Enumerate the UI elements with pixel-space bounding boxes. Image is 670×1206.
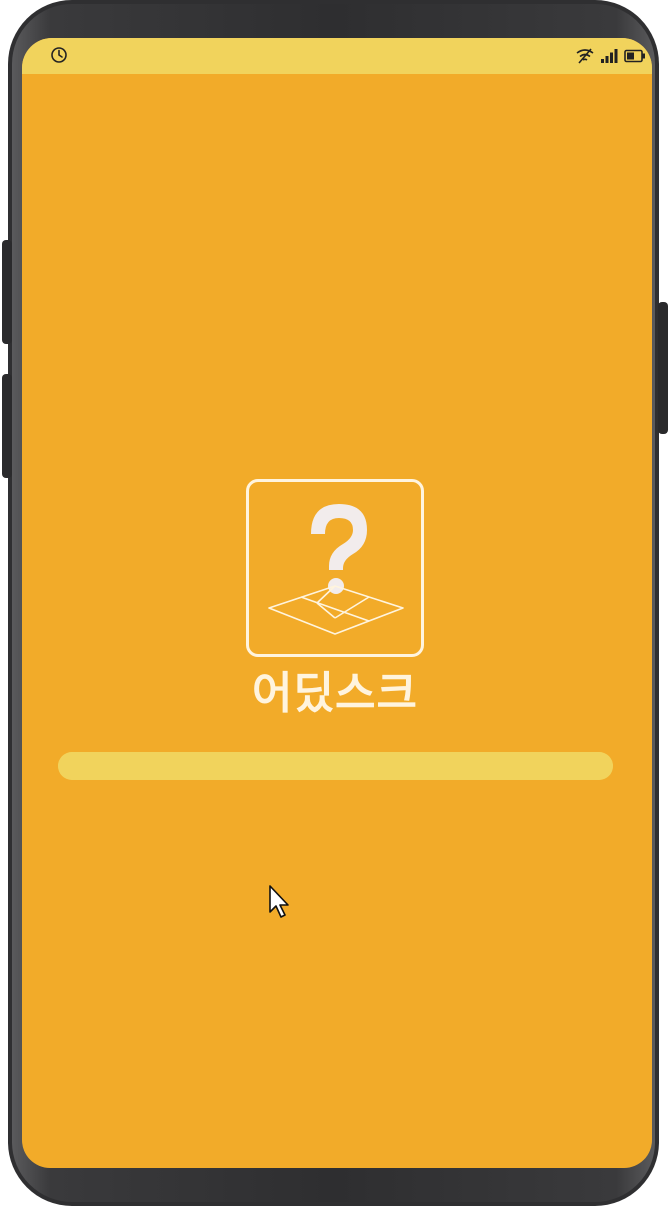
power-button <box>658 302 668 434</box>
app-logo <box>246 479 424 657</box>
app-name: 어딨스크 <box>252 668 418 719</box>
signal-icon <box>601 49 618 63</box>
battery-icon <box>624 49 645 63</box>
question-map-icon <box>268 504 404 635</box>
status-bar <box>22 38 652 74</box>
wifi-off-icon <box>576 48 594 64</box>
clock-icon <box>51 47 67 63</box>
volume-down-button <box>2 374 12 478</box>
loading-progress-fill <box>58 752 613 780</box>
mouse-cursor-icon <box>269 885 289 918</box>
splash-screen: 어딨스크 <box>22 38 652 1168</box>
volume-up-button <box>2 240 12 344</box>
status-icons <box>576 47 646 65</box>
loading-progress-bar <box>58 752 613 780</box>
